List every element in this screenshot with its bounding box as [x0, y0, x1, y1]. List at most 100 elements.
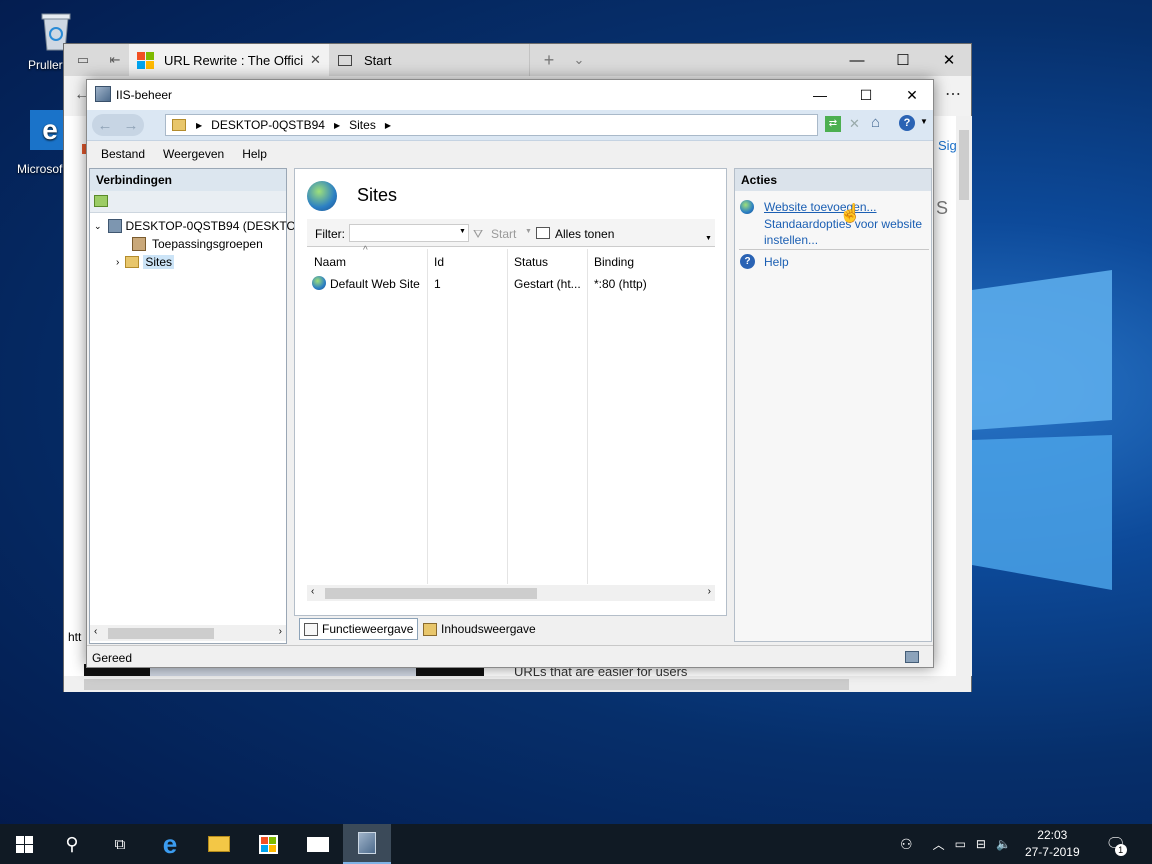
- close-button[interactable]: ✕: [889, 80, 935, 110]
- chevron-up-icon[interactable]: ︿: [933, 836, 945, 853]
- network-status-icon: [905, 651, 919, 663]
- people-icon[interactable]: ⚇: [900, 836, 913, 853]
- tab-start[interactable]: Start: [330, 44, 530, 76]
- new-tab-button[interactable]: +: [534, 44, 564, 76]
- help-link[interactable]: Help: [764, 255, 789, 269]
- maximize-button[interactable]: ☐: [843, 80, 889, 110]
- home-icon[interactable]: ⌂: [871, 114, 880, 131]
- close-button[interactable]: ✕: [926, 44, 972, 76]
- scroll-left-icon[interactable]: ‹: [94, 626, 97, 637]
- breadcrumb-sites[interactable]: Sites: [349, 118, 376, 132]
- tab-back-icon[interactable]: ⇤: [100, 44, 130, 76]
- recycle-bin-icon: [36, 8, 76, 51]
- folder-icon: [208, 836, 230, 852]
- scroll-thumb[interactable]: [108, 628, 214, 639]
- iis-app-icon: [95, 86, 111, 102]
- address-bar[interactable]: ▶ DESKTOP-0QSTB94 ▶ Sites ▶: [165, 114, 818, 136]
- scroll-thumb[interactable]: [84, 679, 849, 690]
- network-icon[interactable]: ⊟: [976, 837, 986, 851]
- menu-item-bestand[interactable]: Bestand: [101, 147, 145, 161]
- actions-panel: Acties Website toevoegen... Standaardopt…: [734, 168, 932, 642]
- clock[interactable]: 22:03 27-7-2019: [1025, 827, 1080, 861]
- scroll-thumb[interactable]: [959, 130, 969, 200]
- chevron-right-icon[interactable]: ›: [116, 257, 119, 268]
- minimize-button[interactable]: —: [797, 80, 843, 110]
- help-icon[interactable]: ?: [899, 115, 915, 131]
- tab-inhoudsweergave[interactable]: Inhoudsweergave: [419, 618, 540, 640]
- refresh-icon[interactable]: ⇄: [825, 116, 841, 132]
- sites-globe-icon: [307, 181, 337, 211]
- more-icon[interactable]: ⋯: [945, 84, 961, 104]
- stop-icon[interactable]: ✕: [849, 116, 860, 132]
- close-icon[interactable]: ✕: [310, 52, 321, 68]
- menu-item-weergeven[interactable]: Weergeven: [163, 147, 224, 161]
- scroll-right-icon[interactable]: ›: [708, 586, 711, 597]
- connections-scrollbar[interactable]: ‹ ›: [90, 625, 286, 641]
- menu-item-help[interactable]: Help: [242, 147, 267, 161]
- actions-divider: [739, 249, 929, 250]
- column-header-naam[interactable]: Naam: [314, 255, 346, 269]
- connections-header: Verbindingen: [90, 169, 286, 191]
- tab-label: Inhoudsweergave: [441, 622, 536, 636]
- cell-id: 1: [434, 277, 441, 291]
- column-header-status[interactable]: Status: [514, 255, 548, 269]
- chevron-down-icon[interactable]: ▼: [525, 228, 532, 235]
- scroll-left-icon[interactable]: ‹: [311, 586, 314, 597]
- sign-in-link-fragment[interactable]: Sig: [938, 138, 957, 153]
- column-header-binding[interactable]: Binding: [594, 255, 634, 269]
- hand-cursor-icon: ☝: [839, 203, 862, 223]
- scroll-right-icon[interactable]: ›: [279, 626, 282, 637]
- chevron-down-icon[interactable]: ▼: [459, 228, 466, 235]
- desktop-icon-label: Microsof: [17, 162, 63, 176]
- taskbar-store-button[interactable]: [244, 824, 292, 864]
- chevron-down-icon[interactable]: ▼: [920, 117, 928, 126]
- tree-node-sites[interactable]: › Sites: [116, 255, 175, 269]
- task-view-button[interactable]: ⧉: [96, 824, 144, 864]
- heading-fragment: S: [936, 198, 949, 218]
- mail-icon: [307, 836, 329, 852]
- back-button[interactable]: ← →: [92, 114, 144, 136]
- filter-label: Filter:: [315, 227, 345, 241]
- edge-vertical-scrollbar[interactable]: [956, 116, 972, 676]
- column-header-id[interactable]: Id: [434, 255, 444, 269]
- minimize-button[interactable]: —: [834, 44, 880, 76]
- filter-input[interactable]: [349, 224, 469, 242]
- search-button[interactable]: ⚲: [48, 824, 96, 864]
- microsoft-logo-icon: [137, 51, 154, 69]
- breadcrumb-server[interactable]: DESKTOP-0QSTB94: [211, 118, 325, 132]
- iis-manager-window[interactable]: IIS-beheer — ☐ ✕ ← → ▶ DESKTOP-0QSTB94 ▶ …: [86, 79, 934, 668]
- scroll-thumb[interactable]: [325, 588, 537, 599]
- taskbar-edge-button[interactable]: e: [146, 824, 194, 864]
- filter-toolbar: Filter: ▼ ⛛ Start ▼ Alles tonen ▼: [307, 219, 715, 247]
- task-view-icon: ⧉: [114, 835, 126, 853]
- chevron-down-icon[interactable]: ▼: [705, 235, 712, 242]
- menu-bar: Bestand Weergeven Help: [87, 142, 933, 166]
- table-row[interactable]: Default Web Site 1 Gestart (ht... *:80 (…: [307, 275, 715, 295]
- status-text: Gereed: [92, 650, 133, 665]
- chevron-down-icon[interactable]: ⌄: [566, 44, 592, 76]
- tab-url-rewrite[interactable]: URL Rewrite : The Offici ✕: [129, 44, 329, 76]
- connect-icon[interactable]: [94, 195, 108, 207]
- help-icon: ?: [740, 254, 755, 269]
- show-all-icon: [536, 227, 550, 239]
- power-icon[interactable]: ▭: [955, 837, 966, 851]
- notification-center-button[interactable]: 🗨 1: [1106, 834, 1127, 856]
- tab-functieweergave[interactable]: Functieweergave: [299, 618, 419, 640]
- taskbar-iis-button[interactable]: [343, 824, 391, 864]
- volume-icon[interactable]: 🔈: [996, 837, 1011, 851]
- tab-list-icon[interactable]: ▭: [68, 44, 98, 76]
- tree-node-app-pools[interactable]: Toepassingsgroepen: [132, 237, 263, 251]
- taskbar-explorer-button[interactable]: [195, 824, 243, 864]
- taskbar-mail-button[interactable]: [294, 824, 342, 864]
- sites-grid-scrollbar[interactable]: ‹ ›: [307, 585, 715, 601]
- start-filter-button[interactable]: Start: [491, 227, 516, 241]
- show-all-button[interactable]: Alles tonen: [555, 227, 614, 241]
- edge-horizontal-scrollbar[interactable]: [64, 676, 971, 692]
- maximize-button[interactable]: ☐: [880, 44, 926, 76]
- system-tray: ⚇ ︿ ▭ ⊟ 🔈 22:03 27-7-2019 🗨 1: [900, 824, 1127, 864]
- chevron-down-icon[interactable]: ⌄: [94, 221, 102, 232]
- connections-panel: Verbindingen ⌄ DESKTOP-0QSTB94 (DESKTOP …: [89, 168, 304, 644]
- tree-node-server[interactable]: ⌄ DESKTOP-0QSTB94 (DESKTOP: [94, 219, 304, 233]
- store-icon: [258, 834, 278, 854]
- start-button[interactable]: [0, 824, 48, 864]
